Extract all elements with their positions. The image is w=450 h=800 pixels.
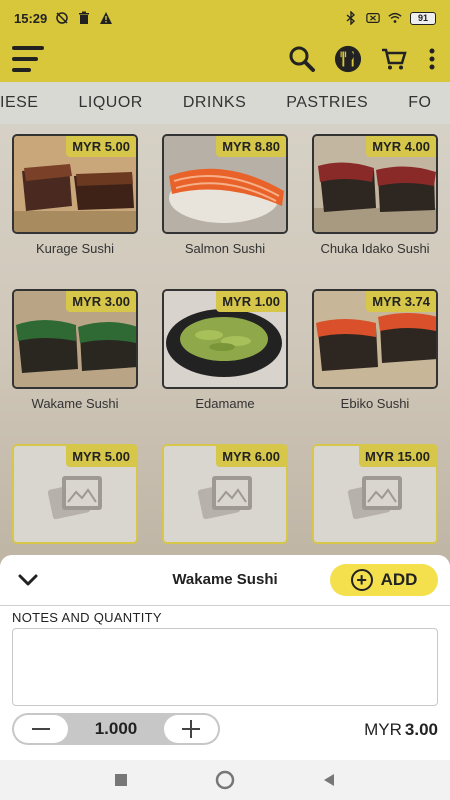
placeholder-image-icon: MYR 5.00 <box>12 444 138 544</box>
total-amount: 3.00 <box>404 720 438 739</box>
menu-item-ebiko-sushi[interactable]: MYR 3.74 Ebiko Sushi <box>312 289 438 411</box>
total-currency: MYR <box>364 720 402 739</box>
item-image: MYR 1.00 <box>162 289 288 389</box>
search-icon[interactable] <box>288 45 316 73</box>
decrement-button[interactable] <box>14 715 68 743</box>
item-price: MYR 3.74 <box>366 291 436 312</box>
item-image: MYR 3.00 <box>12 289 138 389</box>
item-price: MYR 3.00 <box>66 291 136 312</box>
item-name: Kurage Sushi <box>35 241 115 256</box>
home-icon[interactable] <box>213 768 237 792</box>
tab-fo[interactable]: FO <box>388 94 450 112</box>
item-name: Ebiko Sushi <box>340 396 410 411</box>
category-tabs: IESE LIQUOR DRINKS PASTRIES FO <box>0 82 450 124</box>
item-price: MYR 8.80 <box>216 136 286 157</box>
tab-liquor[interactable]: LIQUOR <box>58 94 162 112</box>
item-name: Salmon Sushi <box>184 241 266 256</box>
back-icon[interactable] <box>317 768 341 792</box>
divider <box>0 605 450 606</box>
add-button-label: ADD <box>380 570 418 589</box>
total-price: MYR 3.00 <box>364 720 438 740</box>
menu-item-placeholder[interactable]: MYR 5.00 <box>12 444 138 544</box>
menu-item-placeholder[interactable]: MYR 15.00 <box>312 444 438 544</box>
status-time: 15:29 <box>14 10 48 26</box>
tab-iese[interactable]: IESE <box>0 94 58 112</box>
battery-icon: 91 <box>410 11 436 25</box>
item-price: MYR 6.00 <box>216 446 286 467</box>
add-button[interactable]: + ADD <box>330 564 438 596</box>
item-price: MYR 5.00 <box>66 446 136 467</box>
placeholder-image-icon: MYR 6.00 <box>162 444 288 544</box>
menu-item-placeholder[interactable]: MYR 6.00 <box>162 444 288 544</box>
bluetooth-icon <box>344 11 358 25</box>
warning-icon <box>99 11 113 25</box>
menu-grid: MYR 5.00 Kurage Sushi MYR 8.80 Salmon Su… <box>0 124 450 564</box>
system-nav-bar <box>0 760 450 800</box>
trash-icon <box>77 11 91 25</box>
quantity-value: 1.000 <box>94 719 138 738</box>
status-bar: 15:29 91 <box>0 0 450 36</box>
placeholder-image-icon: MYR 15.00 <box>312 444 438 544</box>
increment-button[interactable] <box>164 715 218 743</box>
cart-icon[interactable] <box>380 45 408 73</box>
item-price: MYR 5.00 <box>66 136 136 157</box>
tab-pastries[interactable]: PASTRIES <box>266 94 388 112</box>
menu-item-salmon-sushi[interactable]: MYR 8.80 Salmon Sushi <box>162 134 288 256</box>
plus-circle-icon: + <box>350 569 373 591</box>
item-image: MYR 3.74 <box>312 289 438 389</box>
more-vertical-icon[interactable] <box>426 45 438 73</box>
item-bottom-sheet: Wakame Sushi + ADD NOTES AND QUANTITY 1.… <box>0 555 450 760</box>
tab-drinks[interactable]: DRINKS <box>163 94 266 112</box>
menu-item-edamame[interactable]: MYR 1.00 Edamame <box>162 289 288 411</box>
item-image: MYR 5.00 <box>12 134 138 234</box>
do-not-disturb-icon <box>55 11 69 25</box>
quantity-stepper: 1.000 <box>12 713 220 745</box>
item-price: MYR 15.00 <box>358 446 436 467</box>
dining-icon[interactable] <box>334 45 362 73</box>
menu-item-chuka-idako-sushi[interactable]: MYR 4.00 Chuka Idako Sushi <box>312 134 438 256</box>
item-name: Wakame Sushi <box>31 396 119 411</box>
item-price: MYR 4.00 <box>366 136 436 157</box>
sim-off-icon <box>366 11 380 25</box>
menu-item-wakame-sushi[interactable]: MYR 3.00 Wakame Sushi <box>12 289 138 411</box>
notes-input[interactable] <box>12 628 438 706</box>
notes-label: NOTES AND QUANTITY <box>12 610 162 625</box>
item-price: MYR 1.00 <box>216 291 286 312</box>
recents-icon[interactable] <box>109 768 133 792</box>
app-bar <box>0 36 450 82</box>
item-name: Chuka Idako Sushi <box>320 241 430 256</box>
item-image: MYR 8.80 <box>162 134 288 234</box>
hamburger-menu-icon[interactable] <box>12 46 44 72</box>
menu-item-kurage-sushi[interactable]: MYR 5.00 Kurage Sushi <box>12 134 138 256</box>
wifi-icon <box>388 11 402 25</box>
item-name: Edamame <box>195 396 255 411</box>
item-image: MYR 4.00 <box>312 134 438 234</box>
